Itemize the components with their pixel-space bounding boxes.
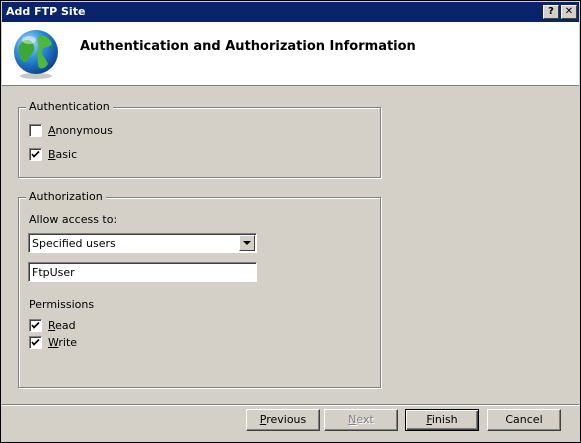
close-icon: ✕ <box>564 6 574 17</box>
checkmark-icon <box>31 338 40 346</box>
globe-icon <box>12 28 60 80</box>
previous-label-rest: revious <box>266 413 307 426</box>
anonymous-checkbox[interactable] <box>29 124 42 137</box>
basic-label: Basic <box>48 148 77 161</box>
basic-label-rest: asic <box>55 148 78 161</box>
read-checkbox-row[interactable]: Read <box>29 319 76 332</box>
basic-checkbox[interactable] <box>29 148 42 161</box>
checkmark-icon <box>31 321 40 329</box>
close-button[interactable]: ✕ <box>561 5 577 19</box>
read-checkbox[interactable] <box>29 319 42 332</box>
authentication-group: Authentication Anonymous Basic <box>18 100 381 178</box>
add-ftp-site-dialog: Add FTP Site ? ✕ Authentication and Auth… <box>0 0 581 443</box>
write-checkbox-row[interactable]: Write <box>29 336 77 349</box>
allow-access-select[interactable]: Specified users <box>28 233 257 253</box>
cancel-button[interactable]: Cancel <box>487 409 561 431</box>
users-value: FtpUser <box>32 266 75 279</box>
anonymous-mnemonic: A <box>48 124 56 137</box>
help-button[interactable]: ? <box>543 5 559 19</box>
chevron-down-icon <box>243 241 251 245</box>
button-separator <box>2 404 579 406</box>
anonymous-checkbox-row[interactable]: Anonymous <box>29 124 113 137</box>
write-label-rest: rite <box>58 336 78 349</box>
anonymous-label-rest: nonymous <box>55 124 113 137</box>
basic-mnemonic: B <box>48 148 56 161</box>
page-title: Authentication and Authorization Informa… <box>80 39 416 54</box>
write-checkbox[interactable] <box>29 336 42 349</box>
authentication-legend: Authentication <box>26 100 113 113</box>
authorization-legend: Authorization <box>26 190 106 203</box>
next-label-rest: ext <box>356 413 374 426</box>
write-mnemonic: W <box>48 336 59 349</box>
allow-access-value: Specified users <box>32 237 116 250</box>
permissions-label: Permissions <box>29 298 95 311</box>
read-label: Read <box>48 319 76 332</box>
basic-checkbox-row[interactable]: Basic <box>29 148 77 161</box>
finish-label-rest: inish <box>431 413 458 426</box>
anonymous-label: Anonymous <box>48 124 113 137</box>
read-label-rest: ead <box>55 319 76 332</box>
dropdown-button[interactable] <box>239 235 255 251</box>
users-input[interactable]: FtpUser <box>28 262 257 282</box>
allow-access-label: Allow access to: <box>29 213 118 226</box>
previous-button[interactable]: Previous <box>246 409 320 431</box>
finish-button[interactable]: Finish <box>405 409 479 431</box>
help-icon: ? <box>548 6 554 17</box>
authorization-group: Authorization Allow access to: Specified… <box>18 190 381 388</box>
next-button[interactable]: Next <box>324 409 398 431</box>
wizard-header: Authentication and Authorization Informa… <box>2 22 579 86</box>
checkmark-icon <box>31 150 40 158</box>
title-bar: Add FTP Site ? ✕ <box>2 2 579 22</box>
window-title: Add FTP Site <box>6 5 86 18</box>
write-label: Write <box>48 336 77 349</box>
